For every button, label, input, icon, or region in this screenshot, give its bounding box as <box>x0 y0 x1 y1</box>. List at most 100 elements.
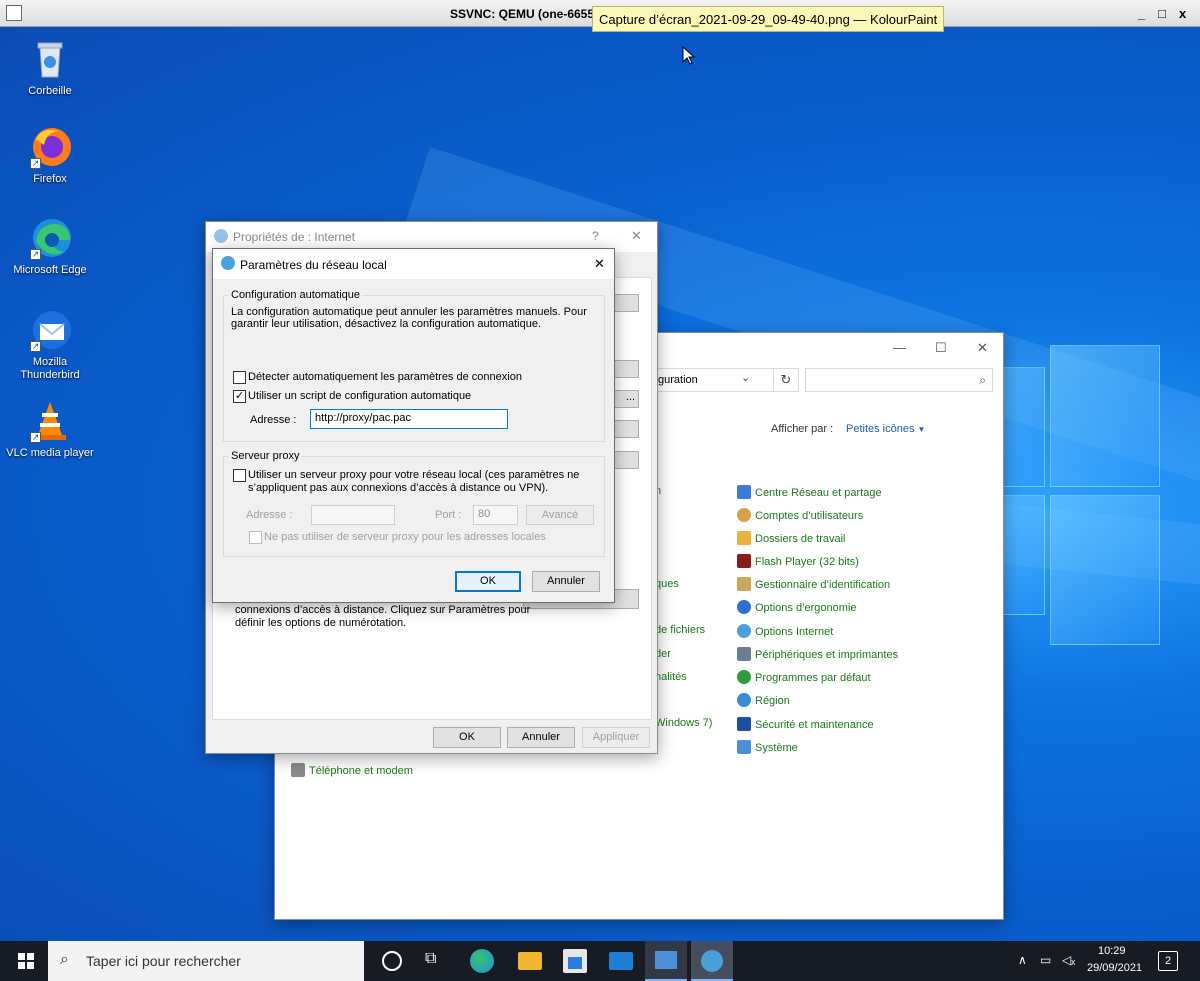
taskbar-search-box[interactable]: ⌕ Taper ici pour rechercher <box>48 941 364 981</box>
internet-options-taskbar-button[interactable] <box>691 941 733 981</box>
advanced-button[interactable]: Avancé <box>526 505 594 525</box>
cp-maximize-button[interactable]: ☐ <box>935 340 947 356</box>
script-address-input[interactable]: http://proxy/pac.pac <box>310 409 508 429</box>
ip-side-button[interactable]: ... <box>613 390 639 408</box>
lan-cancel-button[interactable]: Annuler <box>532 571 600 592</box>
credential-icon <box>737 577 751 591</box>
recycle-bin-icon <box>28 37 72 81</box>
cp-item-system[interactable]: Système <box>737 740 798 754</box>
volume-muted-icon[interactable]: ◁ₓ <box>1062 953 1075 967</box>
edge-taskbar-icon[interactable] <box>470 949 494 973</box>
use-script-label[interactable]: Utiliser un script de configuration auto… <box>248 390 471 402</box>
vlc-icon: ↗ <box>28 399 72 443</box>
desktop-icon-thunderbird[interactable]: ↗ Mozilla Thunderbird <box>5 308 95 382</box>
cp-item-devices-printers[interactable]: Périphériques et imprimantes <box>737 647 898 661</box>
proxy-port-input[interactable]: 80 <box>473 505 518 525</box>
cp-close-button[interactable]: ✕ <box>977 340 988 356</box>
shortcut-arrow-icon: ↗ <box>30 432 41 443</box>
thunderbird-icon: ↗ <box>28 308 72 352</box>
lan-close-button[interactable]: ✕ <box>594 256 605 272</box>
cp-minimize-button[interactable]: — <box>893 340 906 355</box>
cp-item-label: Dossiers de travail <box>755 533 846 545</box>
cp-item-work-folders[interactable]: Dossiers de travail <box>737 531 845 545</box>
control-panel-taskbar-button[interactable] <box>645 941 687 981</box>
start-button[interactable] <box>18 953 34 972</box>
desktop-icon-label-line2: Thunderbird <box>20 369 80 381</box>
tray-expand-icon[interactable]: ∧ <box>1018 953 1027 967</box>
ip-cancel-button[interactable]: Annuler <box>507 727 575 748</box>
ip-side-button[interactable] <box>613 360 639 378</box>
ip-dialup-text-2: définir les options de numérotation. <box>235 617 407 629</box>
bypass-local-checkbox[interactable] <box>249 531 262 544</box>
desktop-icon-label: VLC media player <box>6 447 94 459</box>
cp-item-phone-modem[interactable]: Téléphone et modem <box>291 763 413 777</box>
lan-ok-button[interactable]: OK <box>455 571 521 592</box>
chevron-down-icon[interactable]: ⌄ <box>741 371 750 384</box>
ip-side-button[interactable] <box>613 294 639 312</box>
cp-item-default-programs[interactable]: Programmes par défaut <box>737 670 871 684</box>
desktop-icon-edge[interactable]: ↗ Microsoft Edge <box>5 216 95 277</box>
cp-left-fragment[interactable]: de fichiers <box>655 624 705 636</box>
cp-item-label: Périphériques et imprimantes <box>755 649 899 661</box>
cp-left-fragment[interactable]: Windows 7) <box>655 717 712 729</box>
cortana-icon[interactable] <box>382 951 402 971</box>
cp-item-network-center[interactable]: Centre Réseau et partage <box>737 485 882 499</box>
desktop-icon-firefox[interactable]: ↗ Firefox <box>5 125 95 186</box>
shortcut-arrow-icon: ↗ <box>30 249 41 260</box>
mail-icon[interactable] <box>609 952 633 970</box>
ip-close-button[interactable]: ✕ <box>631 228 642 244</box>
desktop-icon-recycle-bin[interactable]: Corbeille <box>5 37 95 98</box>
network-tray-icon[interactable]: ▭ <box>1040 953 1051 967</box>
cp-item-user-accounts[interactable]: Comptes d’utilisateurs <box>737 508 863 522</box>
default-programs-icon <box>737 670 751 684</box>
cp-left-fragment[interactable]: nalités <box>655 671 687 683</box>
view-by-value: Petites icônes <box>846 423 915 435</box>
proxy-legend: Serveur proxy <box>229 450 302 462</box>
desktop-icon-vlc[interactable]: ↗ VLC media player <box>5 399 95 460</box>
ip-side-button[interactable] <box>613 420 639 438</box>
view-by-label: Afficher par : <box>771 423 834 435</box>
cp-item-ease-of-access[interactable]: Options d’ergonomie <box>737 600 857 614</box>
cp-item-region[interactable]: Région <box>737 693 790 707</box>
cp-item-flash-player[interactable]: Flash Player (32 bits) <box>737 554 859 568</box>
proxy-address-input[interactable] <box>311 505 395 525</box>
detect-auto-label[interactable]: Détecter automatiquement les paramètres … <box>248 371 522 383</box>
task-view-icon[interactable]: ⧉ <box>425 950 449 974</box>
vnc-maximize-button[interactable]: □ <box>1158 6 1166 21</box>
use-proxy-checkbox[interactable] <box>233 469 246 482</box>
control-panel-icon <box>655 951 677 969</box>
globe-icon <box>221 256 235 270</box>
file-explorer-icon[interactable] <box>518 952 542 970</box>
lan-titlebar: Paramètres du réseau local ✕ <box>213 249 614 279</box>
vnc-minimize-button[interactable]: _ <box>1138 6 1145 21</box>
notification-center-button[interactable]: 2 <box>1158 951 1178 971</box>
cp-left-fragment[interactable]: ques <box>655 578 679 590</box>
clock-date[interactable]: 29/09/2021 <box>1087 962 1142 974</box>
cp-item-label: Gestionnaire d’identification <box>755 579 891 591</box>
ip-help-button[interactable]: ? <box>592 229 599 243</box>
lan-settings-dialog: Paramètres du réseau local ✕ Configurati… <box>212 248 615 603</box>
cp-search-input[interactable]: ⌕ <box>805 368 993 392</box>
ip-apply-button[interactable]: Appliquer <box>582 727 650 748</box>
clock-time[interactable]: 10:29 <box>1098 945 1126 957</box>
refresh-icon[interactable]: ↻ <box>773 368 799 392</box>
cp-address-bar[interactable]: guration <box>653 368 773 392</box>
ip-ok-button[interactable]: OK <box>433 727 501 748</box>
vnc-close-button[interactable]: x <box>1179 6 1186 21</box>
store-icon[interactable] <box>563 949 587 973</box>
cp-item-label: Système <box>755 742 798 754</box>
ip-side-button[interactable] <box>613 451 639 469</box>
cp-item-internet-options[interactable]: Options Internet <box>737 624 833 638</box>
use-proxy-label-1[interactable]: Utiliser un serveur proxy pour votre rés… <box>248 469 579 481</box>
cp-item-credential-manager[interactable]: Gestionnaire d’identification <box>737 577 890 591</box>
detect-auto-checkbox[interactable] <box>233 371 246 384</box>
view-by-dropdown[interactable]: Petites icônes ▼ <box>846 423 925 435</box>
ip-title: Propriétés de : Internet <box>233 230 356 244</box>
cp-item-label: Centre Réseau et partage <box>755 487 882 499</box>
search-icon: ⌕ <box>60 951 69 968</box>
desktop-icon-label-line1: Mozilla <box>32 356 68 368</box>
taskbar: ⌕ Taper ici pour rechercher ⧉ ∧ ▭ ◁ₓ 10:… <box>0 941 1200 981</box>
desktop-icon-label: Microsoft Edge <box>13 264 87 276</box>
cp-item-security-maintenance[interactable]: Sécurité et maintenance <box>737 717 874 731</box>
use-script-checkbox[interactable]: ✓ <box>233 390 246 403</box>
